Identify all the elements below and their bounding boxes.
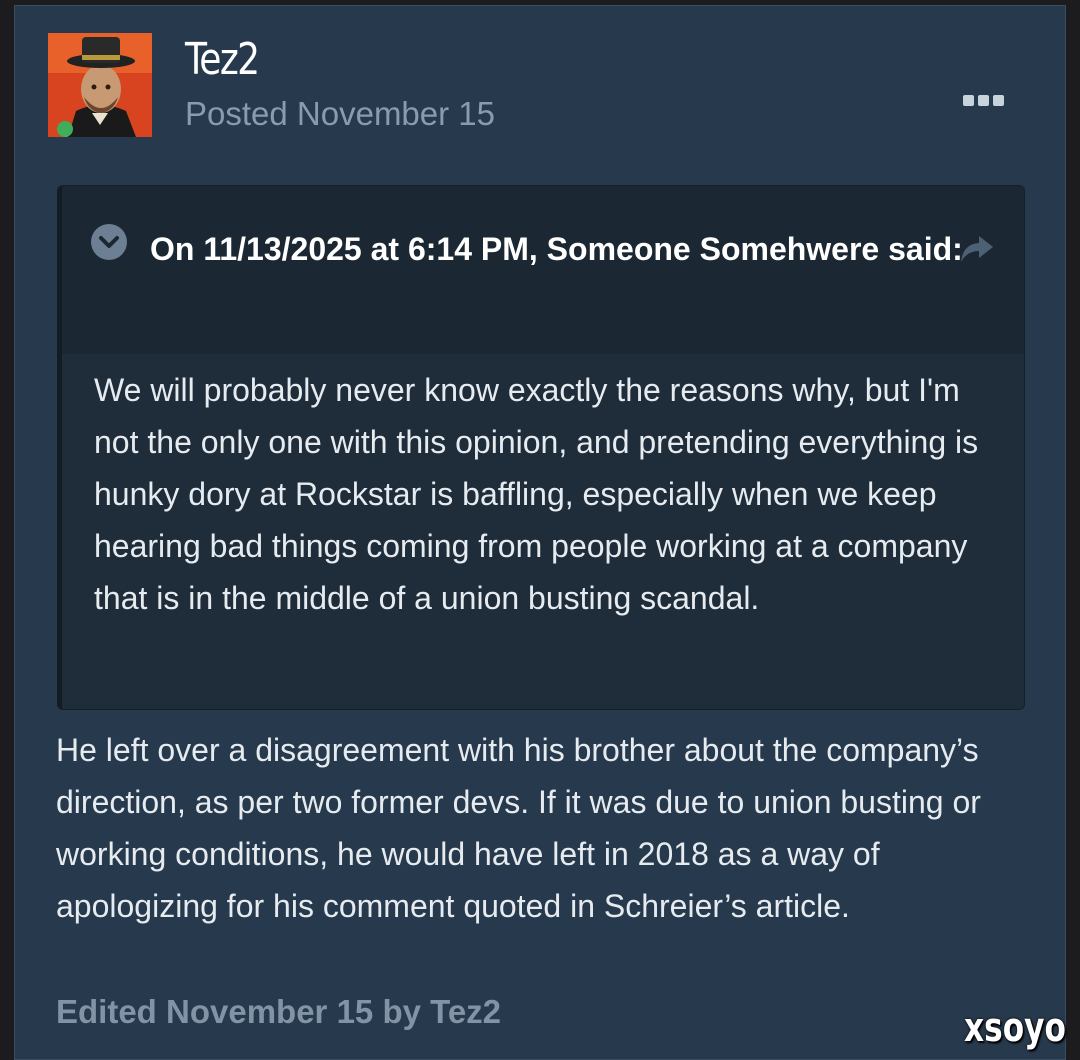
- forum-post: Tez2 Posted November 15 On 11/13/2025 at…: [14, 5, 1066, 1060]
- dot: [978, 94, 989, 106]
- post-date[interactable]: Posted November 15: [185, 94, 495, 134]
- share-arrow-icon[interactable]: [957, 228, 997, 268]
- more-options-icon[interactable]: [963, 90, 1009, 110]
- quote-block: On 11/13/2025 at 6:14 PM, Someone Somehw…: [57, 185, 1025, 710]
- author-name[interactable]: Tez2: [185, 34, 260, 86]
- author-avatar[interactable]: [48, 33, 152, 137]
- edited-note: Edited November 15 by Tez2: [56, 993, 502, 1030]
- dot: [993, 94, 1004, 106]
- avatar-character-portrait: [48, 33, 152, 137]
- quote-body: We will probably never know exactly the …: [94, 372, 979, 616]
- post-body: He left over a disagreement with his bro…: [56, 732, 981, 924]
- quote-citation: On 11/13/2025 at 6:14 PM, Someone Somehw…: [150, 231, 963, 267]
- watermark: xsoyo: [964, 1005, 1066, 1051]
- dot: [963, 94, 974, 106]
